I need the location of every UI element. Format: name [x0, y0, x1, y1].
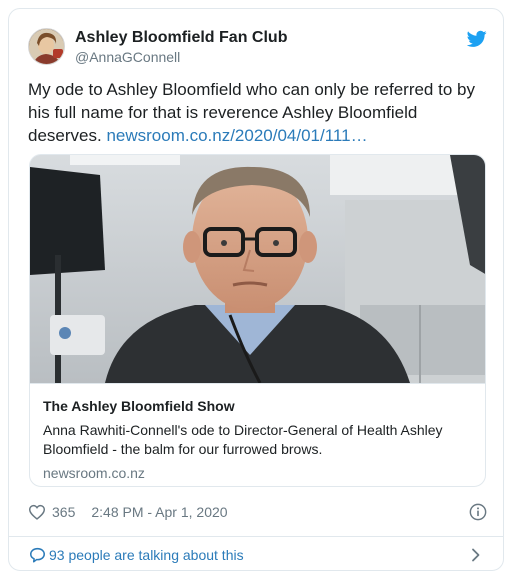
timestamp[interactable]: 2:48 PM - Apr 1, 2020 [91, 504, 227, 520]
heart-icon[interactable] [28, 504, 46, 520]
info-icon[interactable] [469, 503, 487, 521]
card-description: Anna Rawhiti-Connell's ode to Director-G… [43, 422, 443, 457]
tweet-text: My ode to Ashley Bloomfield who can only… [28, 78, 488, 147]
card-domain: newsroom.co.nz [43, 465, 145, 481]
conversation-footer[interactable]: 93 people are talking about this [9, 537, 503, 570]
tweet-embed: Ashley Bloomfield Fan Club @AnnaGConnell… [8, 8, 504, 571]
link-card[interactable]: The Ashley Bloomfield Show Anna Rawhiti-… [29, 154, 486, 487]
card-image [30, 155, 485, 383]
author-names: Ashley Bloomfield Fan Club @AnnaGConnell [75, 28, 287, 66]
tweet-header: Ashley Bloomfield Fan Club @AnnaGConnell [28, 28, 487, 68]
comment-icon [30, 547, 45, 563]
avatar[interactable] [28, 28, 65, 65]
chevron-right-icon[interactable] [471, 548, 481, 562]
card-title: The Ashley Bloomfield Show [43, 398, 235, 414]
display-name[interactable]: Ashley Bloomfield Fan Club [75, 28, 287, 48]
avatar-image [29, 29, 64, 64]
talking-about-text[interactable]: 93 people are talking about this [49, 546, 244, 564]
tweet-meta: 365 2:48 PM - Apr 1, 2020 [28, 502, 228, 522]
twitter-bird-icon[interactable] [467, 30, 487, 48]
like-count[interactable]: 365 [52, 504, 75, 520]
card-photo [30, 155, 485, 383]
screen-name[interactable]: @AnnaGConnell [75, 48, 287, 66]
tweet-link[interactable]: newsroom.co.nz/2020/04/01/111… [106, 126, 367, 145]
card-body: The Ashley Bloomfield Show Anna Rawhiti-… [30, 383, 485, 486]
